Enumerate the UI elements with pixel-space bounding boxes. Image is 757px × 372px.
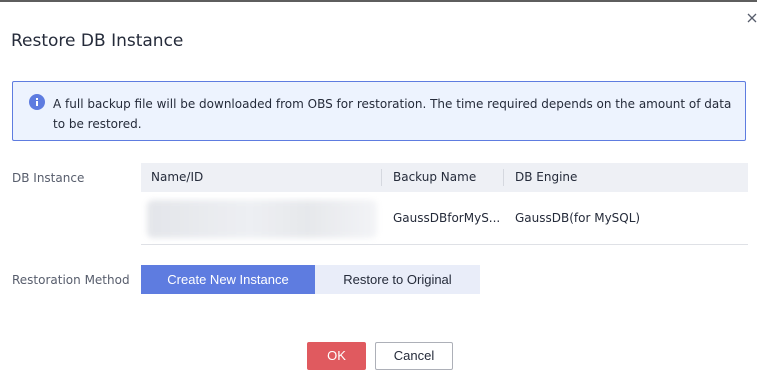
- db-instance-label: DB Instance: [12, 171, 85, 185]
- create-new-instance-option[interactable]: Create New Instance: [141, 265, 315, 294]
- restore-to-original-option[interactable]: Restore to Original: [315, 265, 480, 294]
- dialog-title: Restore DB Instance: [11, 31, 184, 51]
- column-header-db-engine: DB Engine: [515, 170, 578, 184]
- table-header: Name/ID Backup Name DB Engine: [141, 163, 748, 192]
- info-message: A full backup file will be downloaded fr…: [53, 97, 732, 131]
- column-divider: [381, 169, 382, 186]
- table-row: GaussDBforMyS... GaussDB(for MySQL): [141, 192, 748, 245]
- db-instance-table: Name/ID Backup Name DB Engine GaussDBfor…: [141, 163, 748, 245]
- column-header-name-id: Name/ID: [151, 170, 204, 184]
- redacted-name-id: [147, 200, 377, 238]
- column-divider: [503, 169, 504, 186]
- dialog-top-border: [0, 0, 757, 2]
- restoration-method-label: Restoration Method: [12, 273, 130, 287]
- ok-button[interactable]: OK: [307, 342, 366, 370]
- cell-backup-name: GaussDBforMyS...: [393, 211, 501, 225]
- info-icon: [29, 94, 45, 110]
- info-alert: A full backup file will be downloaded fr…: [12, 81, 746, 141]
- close-icon[interactable]: [745, 11, 757, 25]
- column-header-backup-name: Backup Name: [393, 170, 477, 184]
- cancel-button[interactable]: Cancel: [375, 342, 453, 370]
- cell-db-engine: GaussDB(for MySQL): [515, 211, 641, 225]
